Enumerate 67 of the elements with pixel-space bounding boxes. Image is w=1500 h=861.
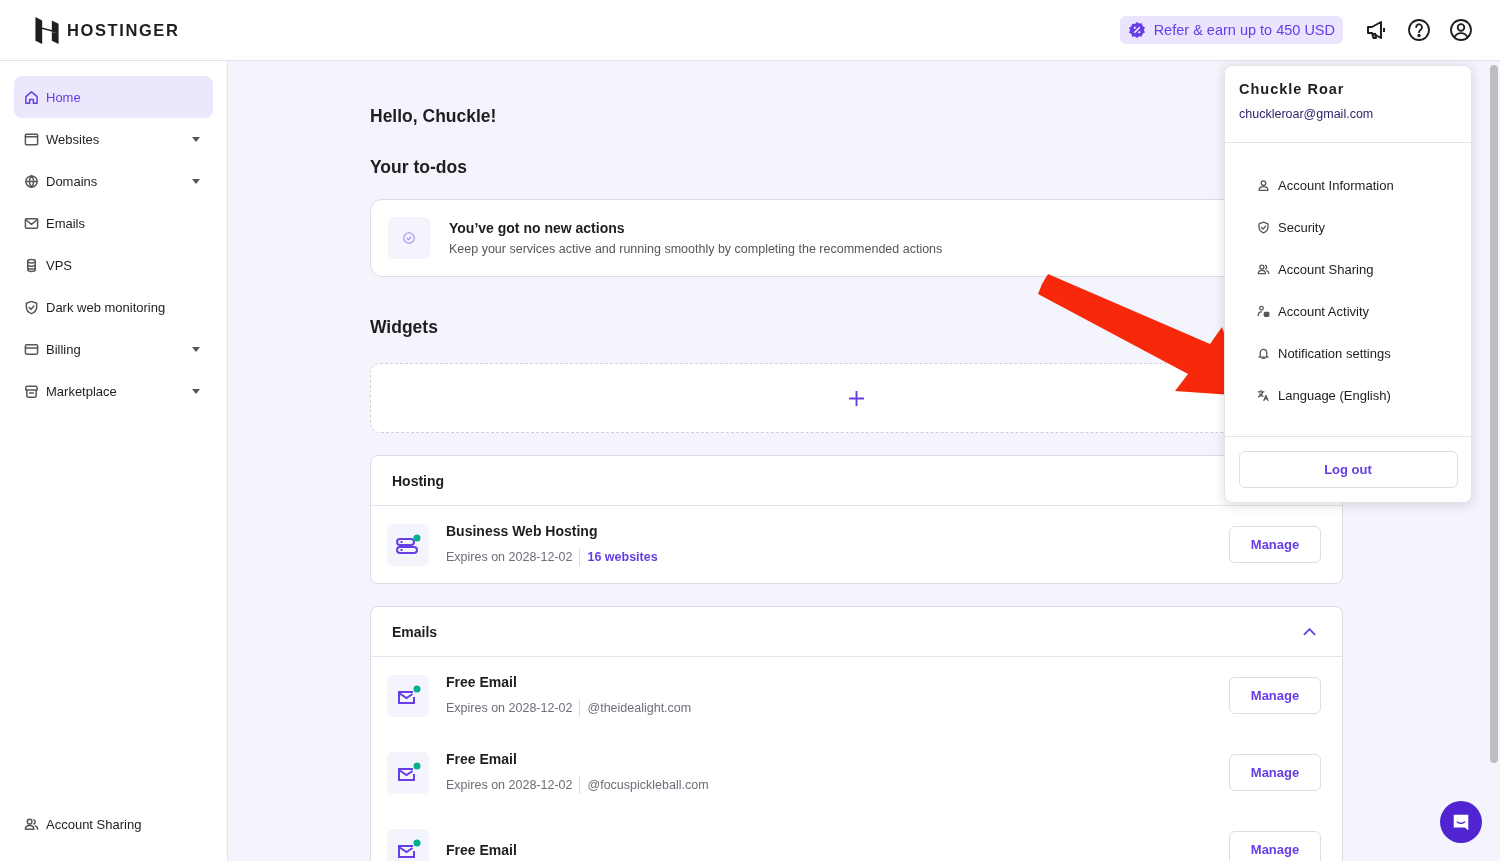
home-icon	[24, 89, 39, 105]
credit-card-icon	[24, 341, 39, 357]
section-heading: Widgets	[370, 316, 438, 338]
scrollbar[interactable]	[1490, 65, 1498, 763]
chevron-icon[interactable]	[1303, 627, 1316, 636]
menu-item[interactable]: Account Sharing	[1257, 248, 1471, 290]
menu-item[interactable]: Account Information	[1257, 164, 1471, 206]
people-icon	[1257, 262, 1270, 276]
referral-button[interactable]: Refer & earn up to 450 USD	[1119, 16, 1343, 44]
account-icon[interactable]	[1449, 18, 1473, 42]
menu-item[interactable]: Security	[1257, 206, 1471, 248]
envelope-icon	[387, 751, 429, 794]
sidebar-item[interactable]: Websites	[14, 118, 213, 160]
sidebar-item[interactable]: Domains	[14, 160, 213, 202]
sidebar-item[interactable]: Billing	[14, 328, 213, 370]
sidebar-item[interactable]: Dark web monitoring	[14, 286, 213, 328]
manage-button[interactable]: Manage	[1229, 831, 1321, 861]
sidebar-item[interactable]: Account Sharing	[14, 814, 213, 834]
person-icon	[1257, 178, 1270, 192]
card-title: Hosting	[392, 472, 445, 489]
sidebar-item[interactable]: Marketplace	[14, 370, 213, 412]
server-icon	[387, 523, 429, 566]
service-name: Business Web Hosting	[446, 523, 599, 539]
expiry-date: Expires on 2028-12-02	[446, 550, 573, 564]
discount-badge-icon	[1127, 21, 1146, 39]
envelope-icon	[387, 674, 429, 717]
menu-item[interactable]: Language (English)	[1257, 374, 1471, 416]
empty-title: You’ve got no new actions	[449, 220, 626, 236]
websites-link[interactable]: 16 websites	[587, 550, 658, 564]
chat-icon	[1451, 812, 1471, 832]
greeting-heading: Hello, Chuckle!	[370, 105, 497, 127]
logout-button[interactable]: Log out	[1238, 451, 1458, 488]
email-domain: @focuspickleball.com	[587, 778, 709, 792]
service-name: Free Email	[446, 674, 518, 690]
globe-icon	[24, 173, 39, 189]
menu-item[interactable]: Account Activity	[1257, 290, 1471, 332]
help-icon[interactable]	[1407, 18, 1431, 42]
card-title: Emails	[392, 623, 438, 640]
menu-item[interactable]: Notification settings	[1257, 332, 1471, 374]
plus-icon	[848, 389, 865, 407]
user-name: Chuckle Roar	[1239, 81, 1346, 97]
shield-check-icon	[1257, 220, 1270, 234]
shield-check-icon	[24, 299, 39, 315]
logo-text: HOSTINGER	[67, 20, 180, 40]
sidebar-item[interactable]: Home	[14, 76, 213, 118]
storefront-icon	[24, 383, 39, 399]
people-icon	[24, 816, 39, 832]
empty-description: Keep your services active and running smoothly by completing the recommended actions	[449, 242, 943, 256]
manage-button[interactable]: Manage	[1229, 526, 1321, 563]
expiry-date: Expires on 2028-12-02	[446, 778, 573, 792]
expiry-date: Expires on 2028-12-02	[446, 701, 573, 715]
sidebar-item[interactable]: VPS	[14, 244, 213, 286]
envelope-icon	[24, 215, 39, 231]
user-email: chuckleroar@gmail.com	[1239, 107, 1375, 121]
bell-icon	[1257, 346, 1270, 360]
manage-button[interactable]: Manage	[1229, 677, 1321, 714]
service-name: Free Email	[446, 841, 518, 858]
translate-icon	[1257, 388, 1270, 402]
database-icon	[24, 257, 39, 273]
person-lock-icon	[1257, 304, 1270, 318]
email-domain: @theidealight.com	[587, 701, 692, 715]
logo-icon	[35, 16, 59, 44]
browser-window-icon	[24, 131, 39, 147]
sidebar-item[interactable]: Emails	[14, 202, 213, 244]
service-name: Free Email	[446, 751, 518, 767]
section-heading: Your to-dos	[370, 156, 467, 178]
manage-button[interactable]: Manage	[1229, 754, 1321, 791]
